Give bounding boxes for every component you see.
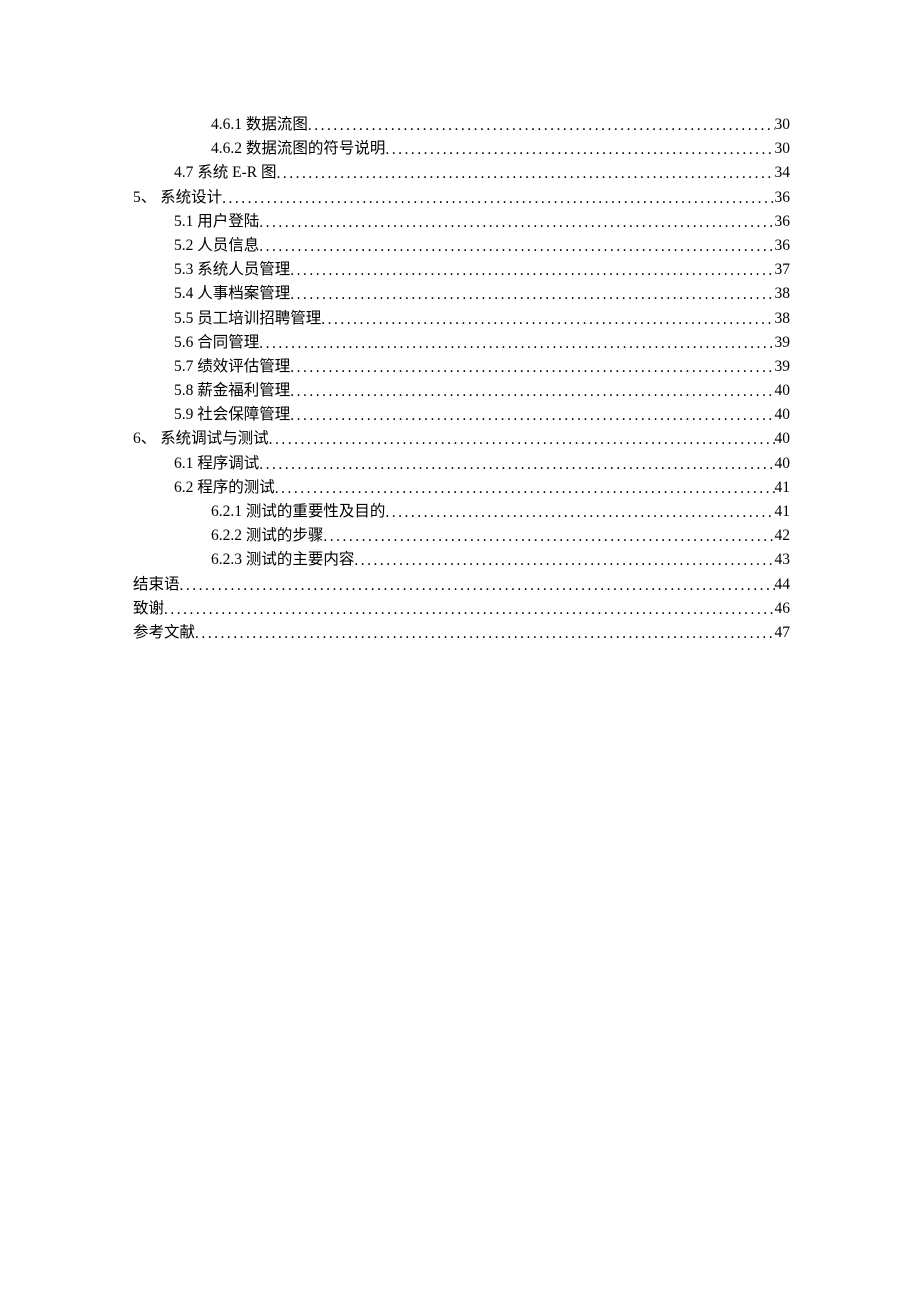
toc-entry-page: 34 bbox=[775, 161, 791, 185]
toc-entry-page: 41 bbox=[775, 500, 791, 524]
toc-entry-label: 5.3 系统人员管理 bbox=[174, 258, 290, 282]
toc-entry-label: 6.2.3 测试的主要内容 bbox=[211, 548, 354, 572]
toc-leader-dots bbox=[259, 453, 774, 477]
toc-leader-dots bbox=[269, 428, 775, 452]
toc-entry: 6.2.3 测试的主要内容 43 bbox=[133, 548, 790, 572]
toc-entry-page: 43 bbox=[775, 548, 791, 572]
toc-entry-label: 5、 系统设计 bbox=[133, 186, 222, 210]
toc-entry-page: 39 bbox=[775, 331, 791, 355]
toc-entry: 5.1 用户登陆 36 bbox=[133, 210, 790, 234]
toc-leader-dots bbox=[276, 162, 774, 186]
toc-entry: 6.2 程序的测试 41 bbox=[133, 476, 790, 500]
toc-entry-page: 44 bbox=[775, 573, 791, 597]
toc-entry: 结束语 44 bbox=[133, 573, 790, 597]
toc-entry: 4.6.2 数据流图的符号说明 30 bbox=[133, 137, 790, 161]
toc-entry-page: 47 bbox=[775, 621, 791, 645]
toc-leader-dots bbox=[321, 308, 774, 332]
toc-entry-label: 6.2 程序的测试 bbox=[174, 476, 275, 500]
toc-entry-page: 36 bbox=[775, 186, 791, 210]
toc-entry-label: 5.5 员工培训招聘管理 bbox=[174, 307, 321, 331]
toc-leader-dots bbox=[164, 598, 774, 622]
toc-entry-page: 41 bbox=[775, 476, 791, 500]
toc-entry-page: 30 bbox=[775, 113, 791, 137]
toc-leader-dots bbox=[290, 259, 774, 283]
toc-entry: 5.2 人员信息 36 bbox=[133, 234, 790, 258]
toc-leader-dots bbox=[290, 380, 774, 404]
toc-entry-page: 39 bbox=[775, 355, 791, 379]
toc-entry: 5.6 合同管理 39 bbox=[133, 331, 790, 355]
toc-entry-page: 38 bbox=[775, 307, 791, 331]
toc-entry-label: 6.2.2 测试的步骤 bbox=[211, 524, 323, 548]
toc-entry-page: 40 bbox=[775, 427, 791, 451]
toc-leader-dots bbox=[222, 187, 774, 211]
toc-entry: 4.6.1 数据流图 30 bbox=[133, 113, 790, 137]
toc-entry-page: 36 bbox=[775, 234, 791, 258]
toc-entry: 5.9 社会保障管理 40 bbox=[133, 403, 790, 427]
table-of-contents: 4.6.1 数据流图304.6.2 数据流图的符号说明304.7 系统 E-R … bbox=[133, 113, 790, 645]
toc-entry: 5.7 绩效评估管理 39 bbox=[133, 355, 790, 379]
toc-entry: 6.2.1 测试的重要性及目的 41 bbox=[133, 500, 790, 524]
toc-entry-page: 42 bbox=[775, 524, 791, 548]
toc-entry: 6、 系统调试与测试 40 bbox=[133, 427, 790, 451]
toc-entry-label: 参考文献 bbox=[133, 621, 195, 645]
toc-entry-page: 40 bbox=[775, 403, 791, 427]
toc-entry-label: 4.6.2 数据流图的符号说明 bbox=[211, 137, 385, 161]
toc-entry-label: 5.9 社会保障管理 bbox=[174, 403, 290, 427]
toc-entry-page: 46 bbox=[775, 597, 791, 621]
toc-leader-dots bbox=[290, 283, 774, 307]
toc-entry: 6.1 程序调试 40 bbox=[133, 452, 790, 476]
toc-entry-label: 5.4 人事档案管理 bbox=[174, 282, 290, 306]
toc-entry-label: 6、 系统调试与测试 bbox=[133, 427, 269, 451]
toc-entry-page: 36 bbox=[775, 210, 791, 234]
toc-leader-dots bbox=[385, 138, 774, 162]
toc-leader-dots bbox=[354, 549, 774, 573]
toc-entry: 5.3 系统人员管理 37 bbox=[133, 258, 790, 282]
toc-entry: 参考文献 47 bbox=[133, 621, 790, 645]
toc-entry: 6.2.2 测试的步骤 42 bbox=[133, 524, 790, 548]
toc-entry-label: 致谢 bbox=[133, 597, 164, 621]
toc-entry-page: 40 bbox=[775, 379, 791, 403]
toc-entry-label: 6.1 程序调试 bbox=[174, 452, 259, 476]
toc-leader-dots bbox=[195, 622, 774, 646]
toc-entry: 5.8 薪金福利管理 40 bbox=[133, 379, 790, 403]
toc-entry-label: 5.8 薪金福利管理 bbox=[174, 379, 290, 403]
toc-entry-label: 4.6.1 数据流图 bbox=[211, 113, 308, 137]
toc-entry-page: 37 bbox=[775, 258, 791, 282]
toc-entry-label: 5.7 绩效评估管理 bbox=[174, 355, 290, 379]
toc-leader-dots bbox=[180, 574, 775, 598]
toc-entry-label: 4.7 系统 E-R 图 bbox=[174, 161, 276, 185]
toc-entry-page: 38 bbox=[775, 282, 791, 306]
toc-leader-dots bbox=[308, 114, 775, 138]
toc-entry: 5.5 员工培训招聘管理 38 bbox=[133, 307, 790, 331]
toc-leader-dots bbox=[323, 525, 774, 549]
toc-entry-label: 5.2 人员信息 bbox=[174, 234, 259, 258]
toc-entry-page: 30 bbox=[775, 137, 791, 161]
toc-entry: 致谢 46 bbox=[133, 597, 790, 621]
toc-leader-dots bbox=[290, 404, 774, 428]
toc-leader-dots bbox=[259, 211, 774, 235]
toc-leader-dots bbox=[290, 356, 774, 380]
toc-leader-dots bbox=[259, 332, 774, 356]
toc-leader-dots bbox=[275, 477, 775, 501]
toc-entry: 5、 系统设计 36 bbox=[133, 186, 790, 210]
toc-entry-label: 结束语 bbox=[133, 573, 180, 597]
toc-entry-label: 5.1 用户登陆 bbox=[174, 210, 259, 234]
toc-entry-page: 40 bbox=[775, 452, 791, 476]
toc-leader-dots bbox=[385, 501, 774, 525]
toc-entry: 4.7 系统 E-R 图 34 bbox=[133, 161, 790, 185]
toc-entry: 5.4 人事档案管理 38 bbox=[133, 282, 790, 306]
toc-leader-dots bbox=[259, 235, 774, 259]
toc-entry-label: 5.6 合同管理 bbox=[174, 331, 259, 355]
toc-entry-label: 6.2.1 测试的重要性及目的 bbox=[211, 500, 385, 524]
